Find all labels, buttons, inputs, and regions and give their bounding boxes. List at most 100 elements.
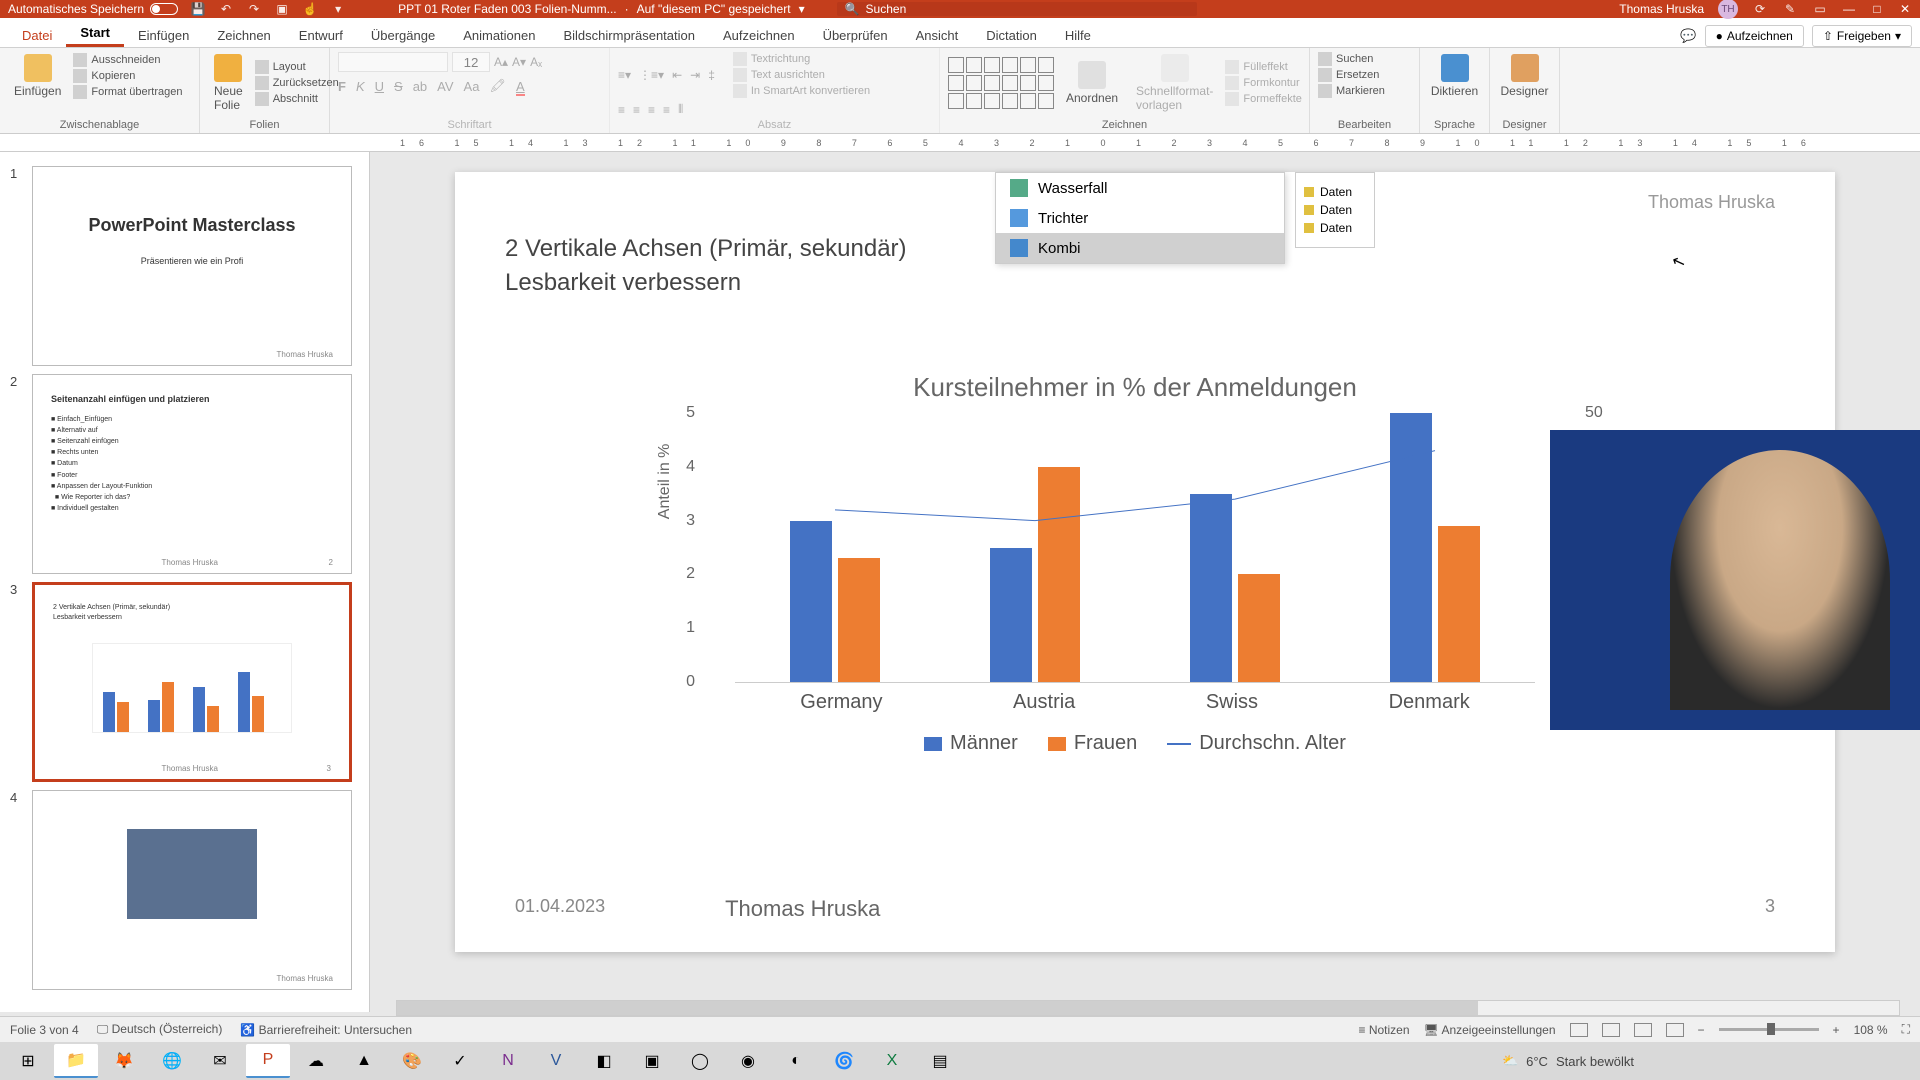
pen-icon[interactable]: ✎ [1782, 1, 1798, 17]
sync-icon[interactable]: ⟳ [1752, 1, 1768, 17]
tab-slideshow[interactable]: Bildschirmpräsentation [549, 22, 709, 47]
sorter-view-icon[interactable] [1602, 1023, 1620, 1037]
undo-icon[interactable]: ↶ [218, 1, 234, 17]
replace-button[interactable]: Ersetzen [1318, 68, 1411, 82]
avatar[interactable]: TH [1718, 0, 1738, 19]
window-layout-icon[interactable]: ▭ [1812, 1, 1828, 17]
minimize-icon[interactable]: — [1842, 2, 1856, 16]
tab-view[interactable]: Ansicht [902, 22, 973, 47]
thumbnail-4[interactable]: Thomas Hruska [32, 790, 352, 990]
tab-design[interactable]: Entwurf [285, 22, 357, 47]
outline-button[interactable]: Formkontur [1225, 76, 1302, 90]
start-button[interactable]: ⊞ [6, 1044, 50, 1078]
tab-start[interactable]: Start [66, 19, 124, 47]
reading-view-icon[interactable] [1634, 1023, 1652, 1037]
user-name[interactable]: Thomas Hruska [1619, 2, 1704, 16]
justify-icon[interactable]: ≡ [663, 103, 670, 117]
smartart-button[interactable]: In SmartArt konvertieren [733, 84, 870, 98]
touch-icon[interactable]: ☝ [302, 1, 318, 17]
designer-button[interactable]: Designer [1498, 52, 1551, 100]
excel-icon[interactable]: X [870, 1044, 914, 1078]
fill-button[interactable]: Fülleffekt [1225, 60, 1302, 74]
app3-icon[interactable]: ◉ [726, 1044, 770, 1078]
paint-icon[interactable]: 🎨 [390, 1044, 434, 1078]
arrange-button[interactable]: Anordnen [1060, 59, 1124, 107]
thumbnail-3[interactable]: 2 Vertikale Achsen (Primär, sekundär)Les… [32, 582, 352, 782]
copy-button[interactable]: Kopieren [73, 69, 182, 83]
highlight-button[interactable]: 🖍 [489, 78, 506, 94]
shadow-button[interactable]: ab [413, 79, 427, 94]
zoom-in-icon[interactable]: + [1833, 1023, 1840, 1037]
outlook-icon[interactable]: ✉ [198, 1044, 242, 1078]
record-button[interactable]: ● Aufzeichnen [1705, 25, 1804, 47]
redo-icon[interactable]: ↷ [246, 1, 262, 17]
firefox-icon[interactable]: 🦊 [102, 1044, 146, 1078]
bold-button[interactable]: F [338, 79, 346, 94]
chart-type-combo[interactable]: Kombi [996, 233, 1284, 263]
numbering-icon[interactable]: ⋮≡▾ [639, 68, 664, 82]
decrease-font-icon[interactable]: A▾ [512, 55, 526, 69]
paste-button[interactable]: Einfügen [8, 52, 67, 100]
chart-type-waterfall[interactable]: Wasserfall [996, 173, 1284, 203]
tab-help[interactable]: Hilfe [1051, 22, 1105, 47]
zoom-out-icon[interactable]: − [1698, 1023, 1705, 1037]
effects-button[interactable]: Formeffekte [1225, 92, 1302, 106]
quickstyles-button[interactable]: Schnellformat-vorlagen [1130, 52, 1219, 114]
autosave-toggle[interactable]: Automatisches Speichern [8, 2, 178, 16]
italic-button[interactable]: K [356, 79, 365, 94]
explorer-icon[interactable]: 📁 [54, 1044, 98, 1078]
line-spacing-icon[interactable]: ‡ [708, 68, 715, 82]
case-button[interactable]: Aa [464, 79, 480, 94]
tab-insert[interactable]: Einfügen [124, 22, 203, 47]
fit-window-icon[interactable]: ⛶ [1902, 1022, 1910, 1037]
tab-transitions[interactable]: Übergänge [357, 22, 449, 47]
horizontal-scrollbar[interactable] [396, 1000, 1900, 1016]
cut-button[interactable]: Ausschneiden [73, 53, 182, 67]
visio-icon[interactable]: V [534, 1044, 578, 1078]
display-settings-button[interactable]: 🖥 Anzeigeeinstellungen [1424, 1023, 1556, 1037]
maximize-icon[interactable]: □ [1870, 2, 1884, 16]
columns-icon[interactable]: ⫴ [678, 102, 683, 117]
thumbnail-2[interactable]: Seitenanzahl einfügen und platzieren ■ E… [32, 374, 352, 574]
app5-icon[interactable]: ▤ [918, 1044, 962, 1078]
comments-icon[interactable]: 💬 [1680, 28, 1696, 44]
notes-button[interactable]: ≡ Notizen [1359, 1023, 1410, 1037]
select-button[interactable]: Markieren [1318, 84, 1411, 98]
increase-font-icon[interactable]: A▴ [494, 55, 508, 69]
font-size-input[interactable] [452, 52, 490, 72]
present-icon[interactable]: ▣ [274, 1, 290, 17]
save-icon[interactable]: 💾 [190, 1, 206, 17]
search-box[interactable]: 🔍 Suchen [837, 2, 1197, 16]
tab-file[interactable]: Datei [8, 22, 66, 47]
app2-icon[interactable]: ▣ [630, 1044, 674, 1078]
thumbnail-1[interactable]: PowerPoint Masterclass Präsentieren wie … [32, 166, 352, 366]
normal-view-icon[interactable] [1570, 1023, 1588, 1037]
cloud-icon[interactable]: ☁ [294, 1044, 338, 1078]
tab-animations[interactable]: Animationen [449, 22, 549, 47]
vlc-icon[interactable]: ▲ [342, 1044, 386, 1078]
chart-type-funnel[interactable]: Trichter [996, 203, 1284, 233]
align-text-button[interactable]: Text ausrichten [733, 68, 870, 82]
align-left-icon[interactable]: ≡ [618, 103, 625, 117]
share-button[interactable]: ⇧ Freigeben ▾ [1812, 25, 1912, 47]
align-center-icon[interactable]: ≡ [633, 103, 640, 117]
font-color-button[interactable]: A [516, 79, 525, 94]
chrome-icon[interactable]: 🌐 [150, 1044, 194, 1078]
language-status[interactable]: 🖵 Deutsch (Österreich) [97, 1022, 223, 1037]
text-direction-button[interactable]: Textrichtung [733, 52, 870, 66]
close-icon[interactable]: ✕ [1898, 2, 1912, 16]
underline-button[interactable]: U [375, 79, 384, 94]
section-button[interactable]: Abschnitt [255, 92, 339, 106]
layout-button[interactable]: Layout [255, 60, 339, 74]
shapes-gallery[interactable] [948, 57, 1054, 109]
strike-button[interactable]: S [394, 79, 403, 94]
dictate-button[interactable]: Diktieren [1428, 52, 1481, 100]
obs-icon[interactable]: ◯ [678, 1044, 722, 1078]
document-title[interactable]: PPT 01 Roter Faden 003 Folien-Numm... · … [398, 2, 805, 16]
combo-chart[interactable]: Kursteilnehmer in % der Anmeldungen Ante… [655, 372, 1615, 792]
tab-record[interactable]: Aufzeichnen [709, 22, 809, 47]
zoom-level[interactable]: 108 % [1854, 1023, 1888, 1037]
weather-widget[interactable]: ⛅ 6°C Stark bewölkt [1502, 1053, 1634, 1069]
tab-dictation[interactable]: Dictation [972, 22, 1051, 47]
align-right-icon[interactable]: ≡ [648, 103, 655, 117]
